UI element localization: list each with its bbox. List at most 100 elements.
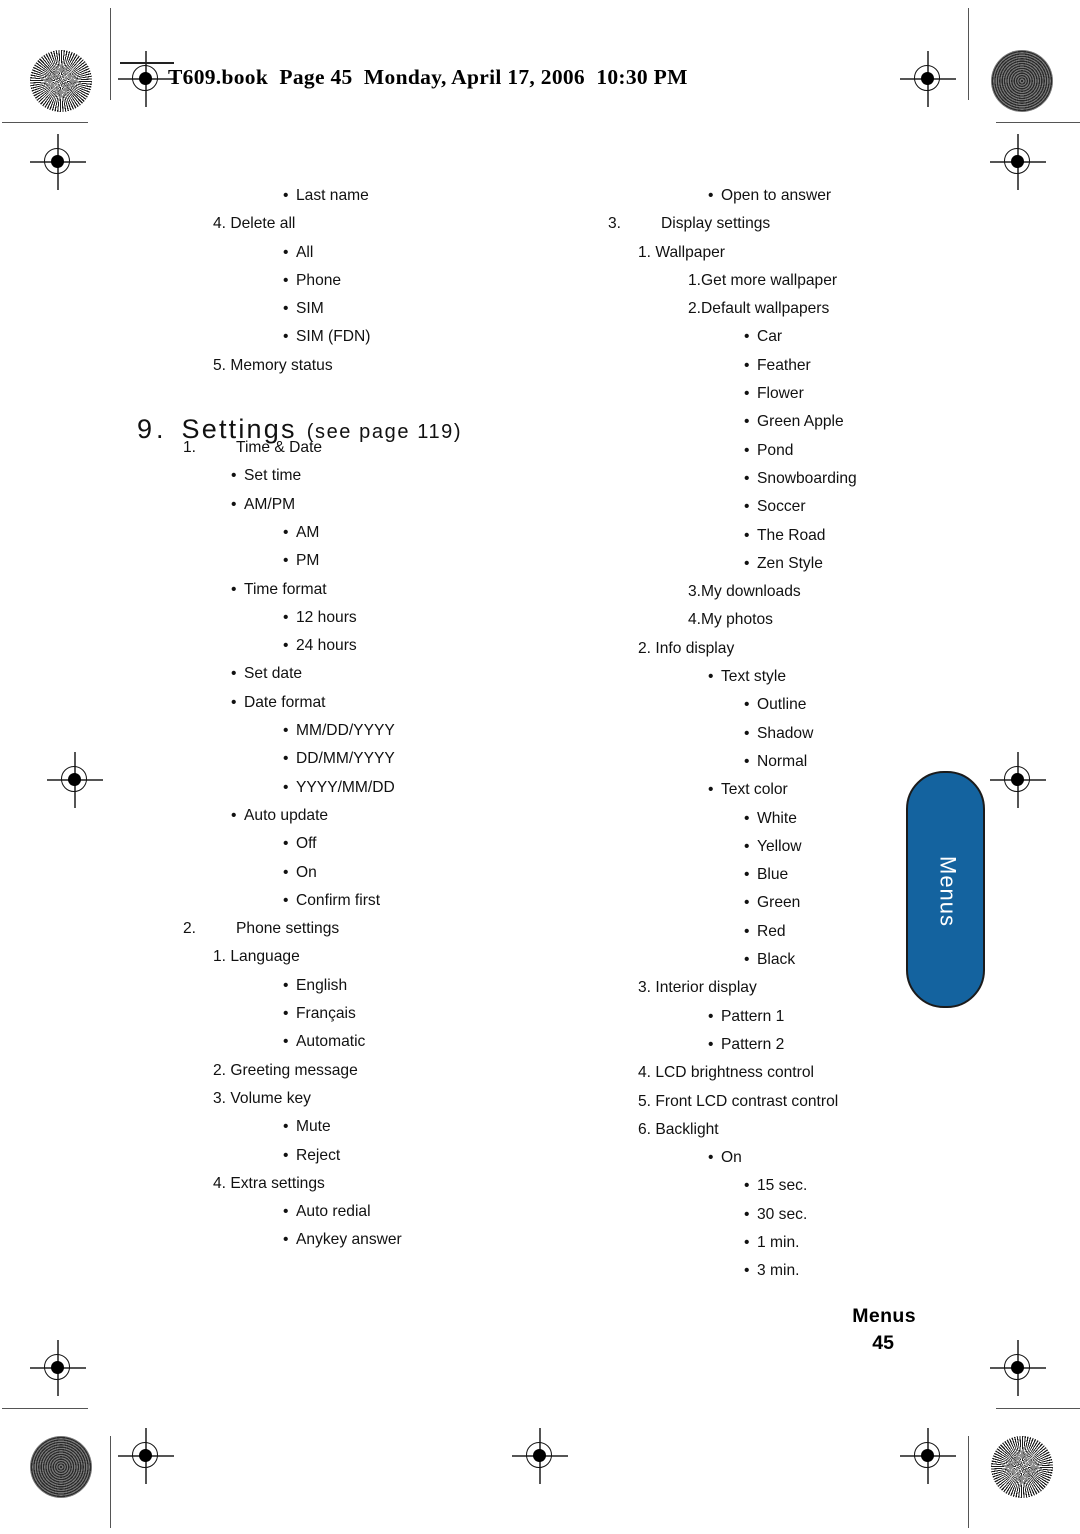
outline-entry-label: Front LCD contrast control xyxy=(655,1092,839,1110)
bullet-icon: • xyxy=(744,1233,750,1251)
bullet-icon: • xyxy=(283,300,289,318)
outline-entry-label: Phone settings xyxy=(236,920,340,938)
bullet-icon: • xyxy=(708,781,714,799)
outline-entry: • Black xyxy=(560,946,950,974)
bullet-icon: • xyxy=(283,835,289,853)
outline-entry: • AM/PM xyxy=(135,491,525,519)
bullet-icon: • xyxy=(283,1146,289,1164)
outline-entry-number: 5. xyxy=(213,356,227,374)
outline-entry-label: Reject xyxy=(296,1146,341,1164)
outline-entry: • Auto redial xyxy=(135,1198,525,1226)
bullet-icon: • xyxy=(283,750,289,768)
side-thumb-tab-label: Menus xyxy=(935,855,961,928)
outline-entry: • Text style xyxy=(560,663,950,691)
bullet-icon: • xyxy=(744,554,750,572)
trim-line-top-right-vertical xyxy=(968,8,970,100)
registration-mark-top-right xyxy=(900,51,956,107)
outline-entry: • 24 hours xyxy=(135,632,525,660)
registration-halftone-bottom-left xyxy=(30,1436,92,1498)
footer-section-title: Menus xyxy=(852,1305,916,1327)
outline-entry: • English xyxy=(135,972,525,1000)
outline-entry-label: Green xyxy=(757,894,801,912)
registration-mark-bottom-left-inner xyxy=(30,1340,86,1396)
outline-entry-label: Memory status xyxy=(230,356,333,374)
outline-entry: • Confirm first xyxy=(135,887,525,915)
outline-entry-label: My photos xyxy=(701,611,773,629)
outline-entry-number: 2. xyxy=(688,300,702,318)
outline-entry-label: Soccer xyxy=(757,498,806,516)
outline-entry: • Blue xyxy=(560,861,950,889)
outline-entry-label: Default wallpapers xyxy=(701,300,830,318)
left-column-top-list: • Last name 4. Delete all • All • Phone • SIM • SI… xyxy=(135,182,525,380)
outline-entry: • DD/MM/YYYY xyxy=(135,745,525,773)
outline-entry: • Time format xyxy=(135,576,525,604)
outline-entry: • Set time xyxy=(135,462,525,490)
outline-entry: • AM xyxy=(135,519,525,547)
outline-entry-label: Get more wallpaper xyxy=(701,271,838,289)
outline-entry: • YYYY/MM/DD xyxy=(135,774,525,802)
outline-entry: • Shadow xyxy=(560,720,950,748)
outline-entry-label: Date format xyxy=(244,693,326,711)
outline-entry-number: 3. xyxy=(638,979,652,997)
outline-entry: 3. Display settings xyxy=(560,210,950,238)
outline-entry-number: 1. xyxy=(688,271,702,289)
bullet-icon: • xyxy=(744,752,750,770)
registration-burst-top-left xyxy=(30,50,92,112)
chapter-heading: 9. Settings (see page 119) xyxy=(137,414,462,445)
bullet-icon: • xyxy=(744,413,750,431)
bullet-icon: • xyxy=(708,1035,714,1053)
bullet-icon: • xyxy=(744,328,750,346)
outline-entry-label: SIM (FDN) xyxy=(296,328,371,346)
outline-entry-label: Interior display xyxy=(655,979,757,997)
outline-entry: 2. Info display xyxy=(560,635,950,663)
document-header: T609.book Page 45 Monday, April 17, 2006… xyxy=(168,65,688,89)
outline-entry: 4.My photos xyxy=(560,606,950,634)
bullet-icon: • xyxy=(744,1205,750,1223)
outline-entry: • 3 min. xyxy=(560,1257,950,1285)
outline-entry-label: 3 min. xyxy=(757,1262,800,1280)
outline-entry: • On xyxy=(560,1144,950,1172)
outline-entry: • 1 min. xyxy=(560,1229,950,1257)
bullet-icon: • xyxy=(283,523,289,541)
outline-entry-label: Green Apple xyxy=(757,413,844,431)
outline-entry: • Anykey answer xyxy=(135,1226,525,1254)
outline-entry-label: All xyxy=(296,243,314,261)
outline-entry-number: 4. xyxy=(213,1174,227,1192)
outline-entry: • Date format xyxy=(135,689,525,717)
outline-entry-label: Greeting message xyxy=(230,1061,358,1079)
bullet-icon: • xyxy=(283,863,289,881)
bullet-icon: • xyxy=(744,1177,750,1195)
outline-entry-number: 3. xyxy=(213,1089,227,1107)
registration-mark-top-right-inner xyxy=(990,134,1046,190)
outline-entry: • Auto update xyxy=(135,802,525,830)
outline-entry-label: Anykey answer xyxy=(296,1231,402,1249)
outline-entry: • PM xyxy=(135,547,525,575)
outline-entry-label: Off xyxy=(296,835,317,853)
outline-entry-label: Open to answer xyxy=(721,187,832,204)
bullet-icon: • xyxy=(744,724,750,742)
outline-entry-label: Language xyxy=(230,948,300,966)
outline-entry-label: Info display xyxy=(655,639,735,657)
outline-entry-label: Zen Style xyxy=(757,554,823,572)
bullet-icon: • xyxy=(744,866,750,884)
outline-entry: 3. Interior display xyxy=(560,974,950,1002)
outline-entry: • MM/DD/YYYY xyxy=(135,717,525,745)
outline-entry: 6. Backlight xyxy=(560,1116,950,1144)
footer-page-number: 45 xyxy=(872,1332,894,1354)
bullet-icon: • xyxy=(231,806,237,824)
bullet-icon: • xyxy=(744,837,750,855)
outline-entry-number: 2. xyxy=(638,639,652,657)
outline-entry-label: Shadow xyxy=(757,724,814,742)
outline-entry-label: Phone xyxy=(296,271,342,289)
outline-entry-number: 2. xyxy=(213,1061,227,1079)
header-rule xyxy=(120,62,174,64)
outline-entry-label: Flower xyxy=(757,385,804,403)
bullet-icon: • xyxy=(231,665,237,683)
bullet-icon: • xyxy=(283,637,289,655)
trim-line-bottom-left-horizontal xyxy=(2,1408,88,1410)
left-column: • Last name 4. Delete all • All • Phone • SIM • SI… xyxy=(135,182,525,1255)
outline-entry-label: MM/DD/YYYY xyxy=(296,722,395,740)
outline-entry-label: 1 min. xyxy=(757,1233,800,1251)
outline-entry: • Flower xyxy=(560,380,950,408)
outline-entry: 2. Phone settings xyxy=(135,915,525,943)
